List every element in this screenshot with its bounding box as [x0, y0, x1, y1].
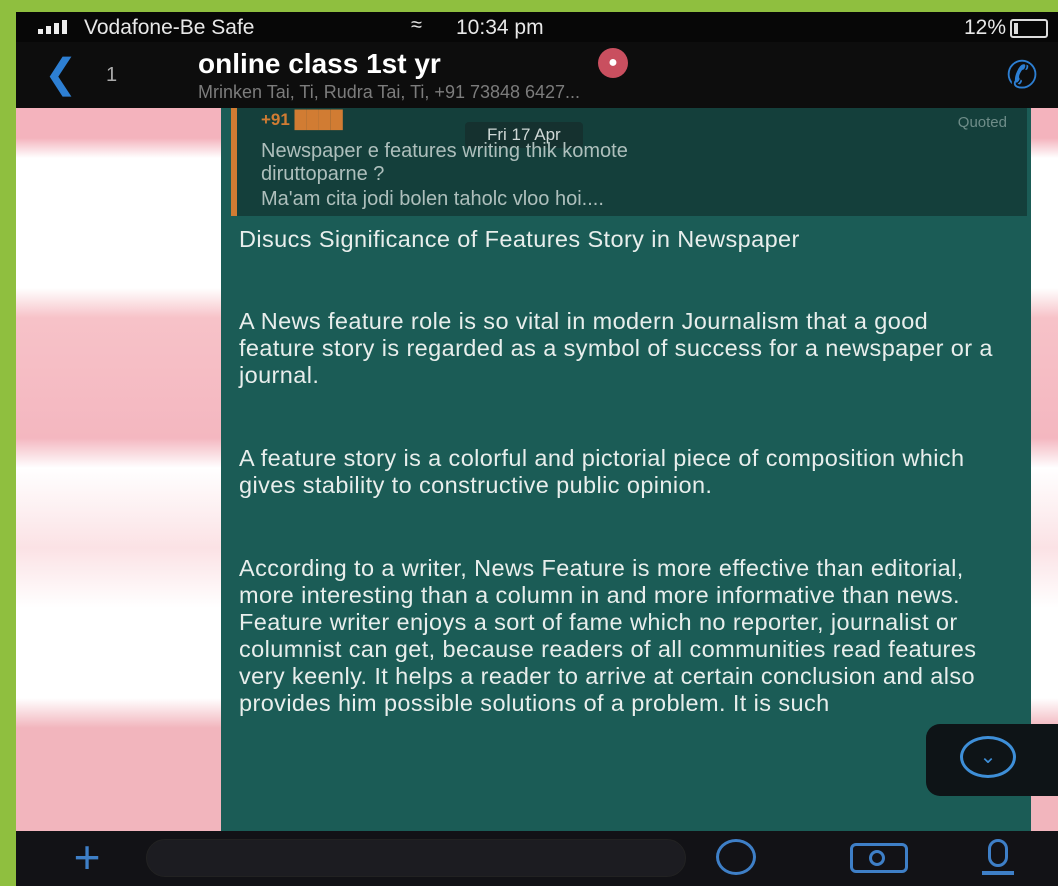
- camera-icon[interactable]: [850, 843, 908, 873]
- chat-area[interactable]: +91 ████ Quoted Fri 17 Apr Newspaper e f…: [16, 108, 1058, 831]
- quoted-text-line: Newspaper e features writing thik komote: [261, 140, 628, 162]
- scroll-to-bottom-button[interactable]: ⌄: [926, 724, 1058, 796]
- status-bar: Vodafone-Be Safe ≈ 10:34 pm 12%: [16, 12, 1058, 42]
- battery-percent: 12%: [963, 16, 1006, 39]
- message-paragraph: A News feature role is so vital in moder…: [239, 308, 993, 388]
- sticker-icon[interactable]: [716, 839, 756, 875]
- message-bubble[interactable]: +91 ████ Quoted Fri 17 Apr Newspaper e f…: [221, 108, 1031, 831]
- battery-icon: [1010, 19, 1048, 38]
- microphone-icon[interactable]: [988, 839, 1008, 867]
- quoted-time: Quoted: [957, 114, 1007, 131]
- quoted-author: +91 ████: [261, 110, 343, 129]
- quoted-text-line: diruttoparne ?: [261, 163, 385, 185]
- plus-icon[interactable]: +: [62, 834, 112, 881]
- status-time: 10:34 pm: [456, 16, 544, 39]
- signal-icon: [38, 20, 67, 34]
- group-avatar[interactable]: ●: [598, 48, 628, 78]
- chat-members[interactable]: Mrinken Tai, Ti, Rudra Tai, Ti, +91 7384…: [198, 82, 918, 103]
- message-paragraph: Disucs Significance of Features Story in…: [239, 226, 800, 252]
- message-paragraph: According to a writer, News Feature is m…: [239, 555, 977, 716]
- chat-title[interactable]: online class 1st yr: [198, 48, 441, 80]
- unread-count: 1: [106, 64, 118, 86]
- message-input-bar: +: [16, 831, 1058, 886]
- chevron-down-icon: ⌄: [960, 736, 1016, 778]
- quoted-message[interactable]: +91 ████ Quoted Fri 17 Apr Newspaper e f…: [231, 108, 1027, 216]
- carrier-name: Vodafone-Be Safe: [84, 16, 255, 39]
- chevron-left-icon[interactable]: ❮: [44, 54, 82, 94]
- add-call-icon[interactable]: ✆: [998, 52, 1046, 100]
- microphone-stand: [982, 871, 1014, 875]
- message-paragraph: A feature story is a colorful and pictor…: [239, 445, 965, 498]
- wifi-icon: ≈: [411, 14, 422, 36]
- message-input[interactable]: [146, 839, 686, 877]
- phone-screen: Vodafone-Be Safe ≈ 10:34 pm 12% ❮ 1 onli…: [16, 12, 1058, 886]
- quoted-text-line: Ma'am cita jodi bolen taholc vloo hoi...…: [261, 188, 604, 210]
- chat-header: ❮ 1 online class 1st yr ● Mrinken Tai, T…: [16, 42, 1058, 108]
